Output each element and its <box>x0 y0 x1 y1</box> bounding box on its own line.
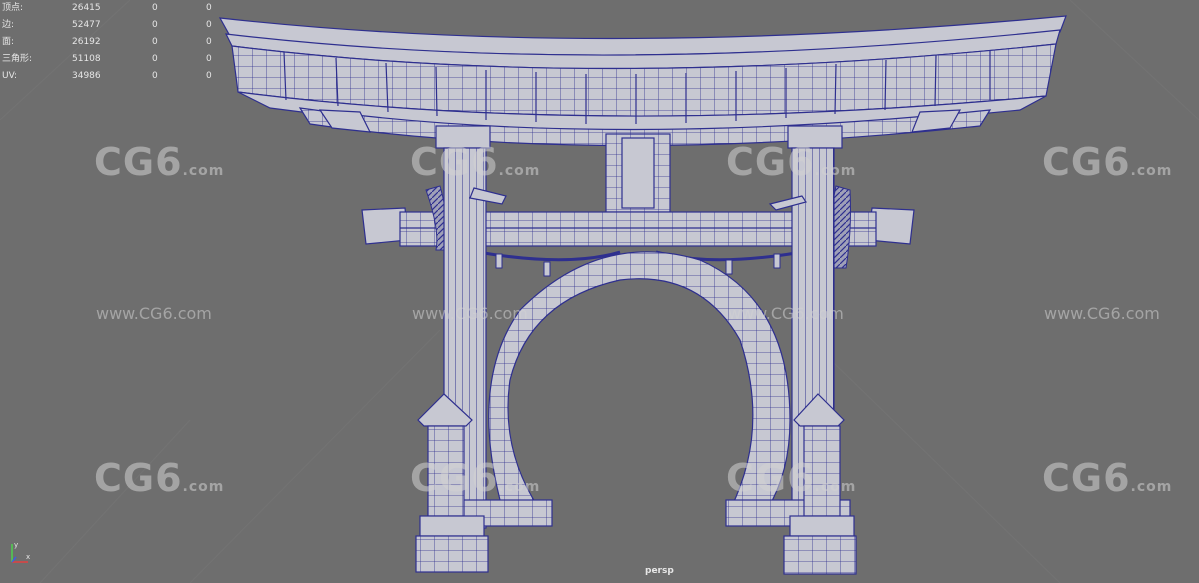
hud-uv: 0 <box>206 54 212 64</box>
center-plaque <box>605 133 671 213</box>
hud-row-uvs: UV: 34986 0 0 <box>2 68 232 85</box>
watermark-logo: CG6.com <box>410 140 541 184</box>
3d-viewport[interactable]: CG6.com CG6.com CG6.com CG6.com www.CG6.… <box>0 0 1199 583</box>
hud-total: 52477 <box>72 20 101 30</box>
hud-row-vertices: 顶点: 26415 0 0 <box>2 0 232 17</box>
hud-uv: 0 <box>206 71 212 81</box>
hud-selected: 0 <box>152 71 158 81</box>
hud-label: 边: <box>2 20 15 30</box>
hud-selected: 0 <box>152 3 158 13</box>
hud-row-triangles: 三角形: 51108 0 0 <box>2 51 232 68</box>
watermark-logo: CG6.com <box>410 456 541 500</box>
watermark-url: www.CG6.com <box>1044 304 1160 323</box>
watermark-logo: CG6.com <box>94 140 225 184</box>
watermark-logo: CG6.com <box>726 140 857 184</box>
watermark-url: www.CG6.com <box>728 304 844 323</box>
hud-label: UV: <box>2 71 18 81</box>
hud-label: 三角形: <box>2 54 33 64</box>
hud-total: 51108 <box>72 54 101 64</box>
watermark-logo: CG6.com <box>726 456 857 500</box>
poly-count-hud: 顶点: 26415 0 0 边: 52477 0 0 面: 26192 0 0 … <box>2 0 232 85</box>
axis-gizmo-icon: y x <box>11 541 30 563</box>
hud-total: 26192 <box>72 37 101 47</box>
camera-label: persp <box>645 566 674 576</box>
hud-selected: 0 <box>152 37 158 47</box>
watermark-logo: CG6.com <box>1042 140 1173 184</box>
watermark-logo: CG6.com <box>1042 456 1173 500</box>
hud-row-faces: 面: 26192 0 0 <box>2 34 232 51</box>
hud-total: 26415 <box>72 3 101 13</box>
hud-total: 34986 <box>72 71 101 81</box>
hud-uv: 0 <box>206 20 212 30</box>
hud-uv: 0 <box>206 37 212 47</box>
hud-uv: 0 <box>206 3 212 13</box>
hud-row-edges: 边: 52477 0 0 <box>2 17 232 34</box>
watermark-url: www.CG6.com <box>96 304 212 323</box>
roof-beam <box>218 15 1067 147</box>
hud-label: 面: <box>2 37 15 47</box>
axis-x-label: x <box>26 553 30 561</box>
hud-selected: 0 <box>152 54 158 64</box>
hud-selected: 0 <box>152 20 158 30</box>
axis-y-label: y <box>14 541 18 549</box>
hud-label: 顶点: <box>2 3 24 13</box>
watermark-url: www.CG6.com <box>412 304 528 323</box>
watermark-logo: CG6.com <box>94 456 225 500</box>
